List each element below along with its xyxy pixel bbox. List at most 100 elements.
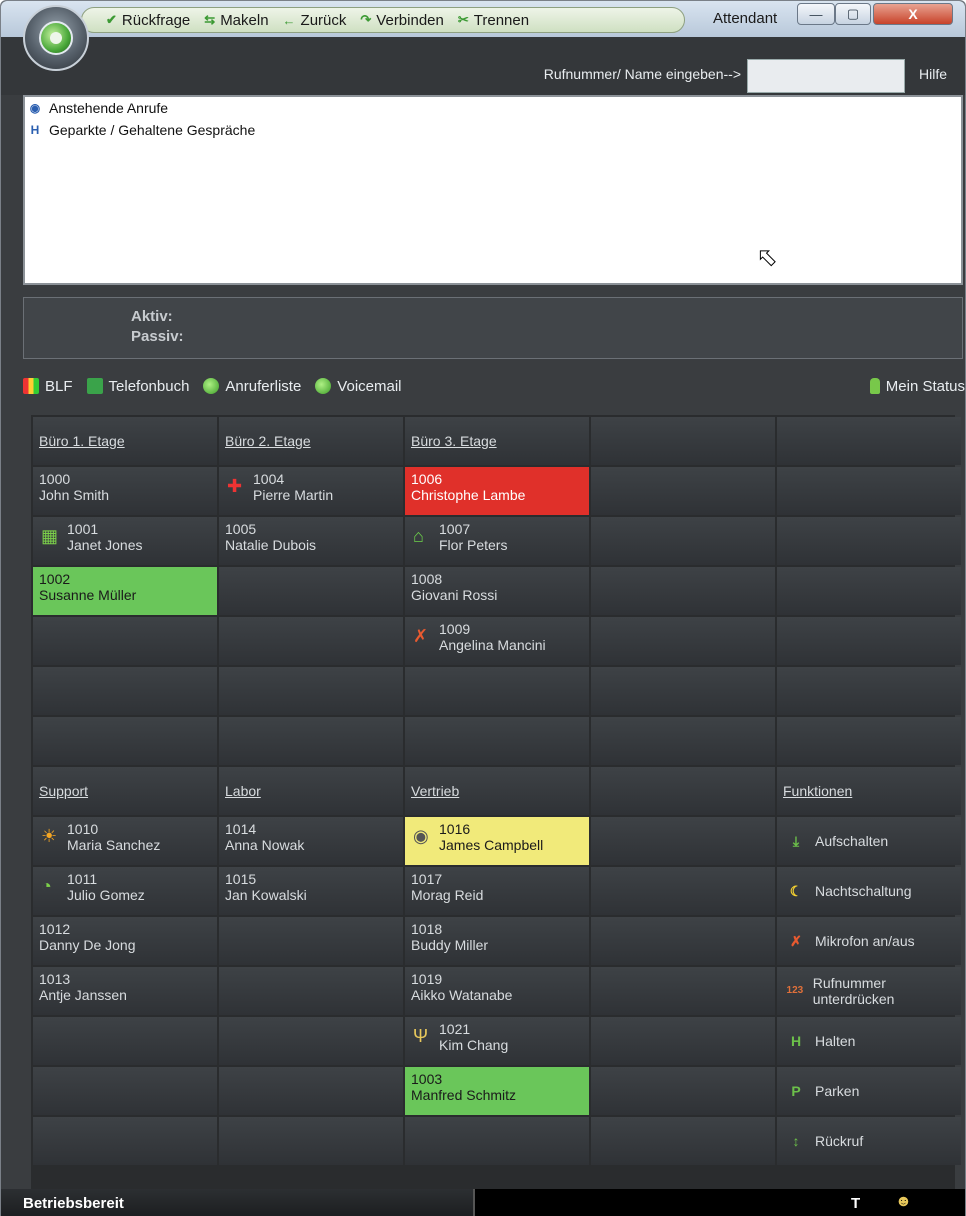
extension-1017[interactable]: 1017 Morag Reid [405,867,589,915]
extension-1012[interactable]: 1012 Danny De Jong [33,917,217,965]
empty-cell [591,617,775,665]
extension-1018[interactable]: 1018 Buddy Miller [405,917,589,965]
extension-1009[interactable]: ✗ 1009 Angelina Mancini [405,617,589,665]
close-button[interactable]: X [873,3,953,25]
active-label: Aktiv: [131,308,173,325]
extension-1003[interactable]: 1003 Manfred Schmitz [405,1067,589,1115]
ext-number: 1005 [225,521,257,537]
function-aufschalten[interactable]: ⤓ Aufschalten [777,817,961,865]
minimize-button[interactable]: — [797,3,835,25]
extension-1000[interactable]: 1000 John Smith [33,467,217,515]
ext-name: James Campbell [439,837,544,853]
ext-number: 1019 [411,971,443,987]
ext-name: Jan Kowalski [225,887,307,903]
function-halten[interactable]: H Halten [777,1017,961,1065]
tab-voicemail[interactable]: Voicemail [315,378,402,395]
group-header-support[interactable]: Support [33,767,217,815]
ext-name: Kim Chang [439,1037,509,1053]
search-row: Rufnummer/ Name eingeben--> Hilfe [1,37,965,95]
makeln-button[interactable]: ⇆ Makeln [204,12,268,29]
verbinden-button[interactable]: ↷ Verbinden [360,12,443,29]
ext-number: 1006 [411,471,443,487]
ext-name: Flor Peters [439,537,508,553]
ext-number: 1008 [411,571,443,587]
empty-cell [591,517,775,565]
extension-1016[interactable]: ◉ 1016 James Campbell [405,817,589,865]
empty-cell [777,517,961,565]
rueckfrage-button[interactable]: ✔ Rückfrage [106,12,190,29]
extension-1019[interactable]: 1019 Aikko Watanabe [405,967,589,1015]
tab-blf[interactable]: BLF [23,378,73,395]
no-disturb-icon: ✗ [413,626,429,646]
empty-cell [591,767,775,815]
fork-knife-lunch-icon: Ψ [413,1026,429,1046]
empty-cell [591,817,775,865]
extension-1011[interactable]: ◔ 1011 Julio Gomez [33,867,217,915]
app-menu-orb[interactable] [23,5,89,71]
my-status-button[interactable]: Mein Status [869,377,965,395]
empty-cell [219,917,403,965]
trennen-button[interactable]: ✂ Trennen [458,12,529,29]
ext-number: 1016 [439,821,471,837]
parked-calls-item[interactable]: H Geparkte / Gehaltene Gespräche [25,119,961,141]
pending-call-icon: ◉ [29,101,41,115]
tab-phonebook[interactable]: Telefonbuch [86,377,190,395]
extension-1013[interactable]: 1013 Antje Janssen [33,967,217,1015]
help-link[interactable]: Hilfe [919,66,947,82]
ext-name: Buddy Miller [411,937,489,953]
maximize-button[interactable]: ▢ [835,3,871,25]
active-passive-panel: Aktiv: Passiv: [23,297,963,359]
window-title: Attendant [713,10,778,27]
empty-cell [591,467,775,515]
voicemail-icon [315,378,332,394]
my-status-label: Mein Status [885,377,965,395]
empty-cell [777,717,961,765]
group-header-buero3[interactable]: Büro 3. Etage [405,417,589,465]
ext-name: Pierre Martin [253,487,334,503]
function-rufnummer-unterdruecken[interactable]: 123 Rufnummer unterdrücken [777,967,961,1015]
extension-1014[interactable]: 1014 Anna Nowak [219,817,403,865]
group-header-funktionen[interactable]: Funktionen [777,767,961,815]
extension-1021[interactable]: Ψ 1021 Kim Chang [405,1017,589,1065]
function-nachtschaltung[interactable]: ☾ Nachtschaltung [777,867,961,915]
tab-calllist[interactable]: Anruferliste [203,378,301,395]
phonebook-icon [86,378,103,394]
function-rueckruf[interactable]: ↕ Rückruf [777,1117,961,1165]
clock-icon: ◔ [41,876,52,896]
zurueck-button[interactable]: ← Zurück [283,12,347,29]
connect-icon: ↷ [360,12,372,27]
pending-calls-item[interactable]: ◉ Anstehende Anrufe [25,97,961,119]
ext-name: Julio Gomez [67,887,145,903]
group-header-vertrieb[interactable]: Vertrieb [405,767,589,815]
extension-1007[interactable]: ⌂ 1007 Flor Peters [405,517,589,565]
park-icon: P [791,1083,801,1099]
ext-name: Morag Reid [411,887,484,903]
empty-cell [219,567,403,615]
function-mikrofon[interactable]: ✗ Mikrofon an/aus [777,917,961,965]
empty-cell [591,867,775,915]
extension-1001[interactable]: ▦ 1001 Janet Jones [33,517,217,565]
search-input[interactable] [747,59,905,93]
extension-1002[interactable]: 1002 Susanne Müller [33,567,217,615]
extension-1008[interactable]: 1008 Giovani Rossi [405,567,589,615]
ext-name: Antje Janssen [39,987,127,1003]
ext-name: Natalie Dubois [225,537,317,553]
empty-cell [405,667,589,715]
tab-phonebook-label: Telefonbuch [108,377,190,395]
extension-1015[interactable]: 1015 Jan Kowalski [219,867,403,915]
home-icon: ⌂ [413,526,424,546]
function-parken[interactable]: P Parken [777,1067,961,1115]
extension-1004[interactable]: ✚ 1004 Pierre Martin [219,467,403,515]
blf-grid: Büro 1. Etage Büro 2. Etage Büro 3. Etag… [31,415,961,1201]
extension-1006[interactable]: 1006 Christophe Lambe [405,467,589,515]
back-arrow-icon: ← [282,12,296,28]
empty-cell [33,667,217,715]
extension-1005[interactable]: 1005 Natalie Dubois [219,517,403,565]
group-header-buero2[interactable]: Büro 2. Etage [219,417,403,465]
extension-1010[interactable]: ☀ 1010 Maria Sanchez [33,817,217,865]
ext-number: 1010 [67,821,99,837]
group-header-labor[interactable]: Labor [219,767,403,815]
group-header-buero1[interactable]: Büro 1. Etage [33,417,217,465]
call-list-icon [203,378,220,394]
ext-number: 1017 [411,871,443,887]
